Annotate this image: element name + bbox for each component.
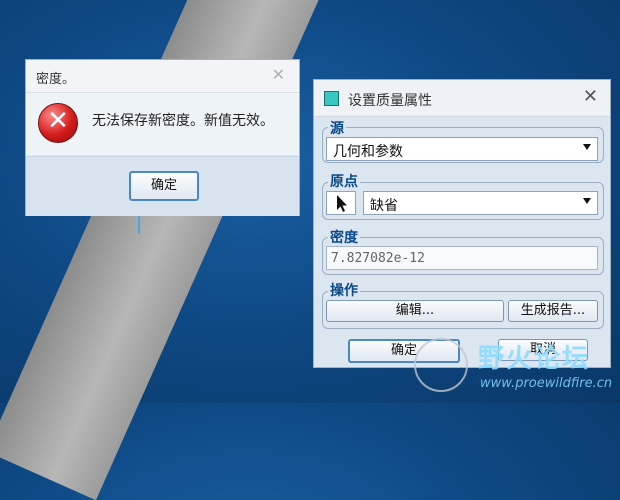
origin-select-value: 缺省 [370, 198, 398, 214]
error-dialog-body: ✕ 无法保存新密度。新值无效。 [26, 93, 299, 155]
origin-group-label: 原点 [328, 171, 360, 191]
density-field[interactable] [326, 246, 598, 270]
actions-group-label: 操作 [328, 280, 360, 300]
error-dialog-titlebar: 密度。 ✕ [26, 60, 299, 93]
error-dialog-title: 密度。 [36, 72, 76, 87]
edit-button[interactable]: 编辑... [326, 300, 504, 322]
origin-select[interactable]: 缺省 [363, 191, 598, 215]
app-icon [324, 91, 339, 106]
watermark-logo-icon [414, 338, 468, 392]
source-group-label: 源 [328, 118, 346, 138]
chevron-down-icon [583, 144, 591, 150]
mass-properties-dialog: 设置质量属性 ✕ 源 几何和参数 原点 缺省 密度 操作 编辑... 生成报告.… [313, 79, 611, 368]
properties-dialog-titlebar: 设置质量属性 ✕ [314, 80, 610, 117]
error-icon: ✕ [38, 103, 78, 143]
error-dialog: 密度。 ✕ ✕ 无法保存新密度。新值无效。 确定 [25, 59, 300, 216]
ok-button[interactable]: 确定 [129, 171, 199, 201]
close-icon[interactable]: ✕ [272, 65, 285, 84]
chevron-down-icon [583, 198, 591, 204]
watermark-url: www.proewildfire.cn [480, 376, 613, 391]
source-select-value: 几何和参数 [333, 144, 403, 160]
properties-dialog-title: 设置质量属性 [348, 93, 432, 109]
density-input[interactable] [331, 251, 591, 266]
density-group-label: 密度 [328, 227, 360, 247]
source-select[interactable]: 几何和参数 [326, 137, 598, 161]
watermark-name: 野火论坛 [478, 344, 591, 374]
error-message: 无法保存新密度。新值无效。 [92, 113, 274, 129]
cursor-arrow-icon [337, 195, 347, 212]
select-origin-button[interactable] [326, 191, 356, 215]
generate-report-button[interactable]: 生成报告... [508, 300, 598, 322]
error-dialog-footer: 确定 [26, 156, 299, 216]
close-icon[interactable]: ✕ [583, 86, 598, 107]
